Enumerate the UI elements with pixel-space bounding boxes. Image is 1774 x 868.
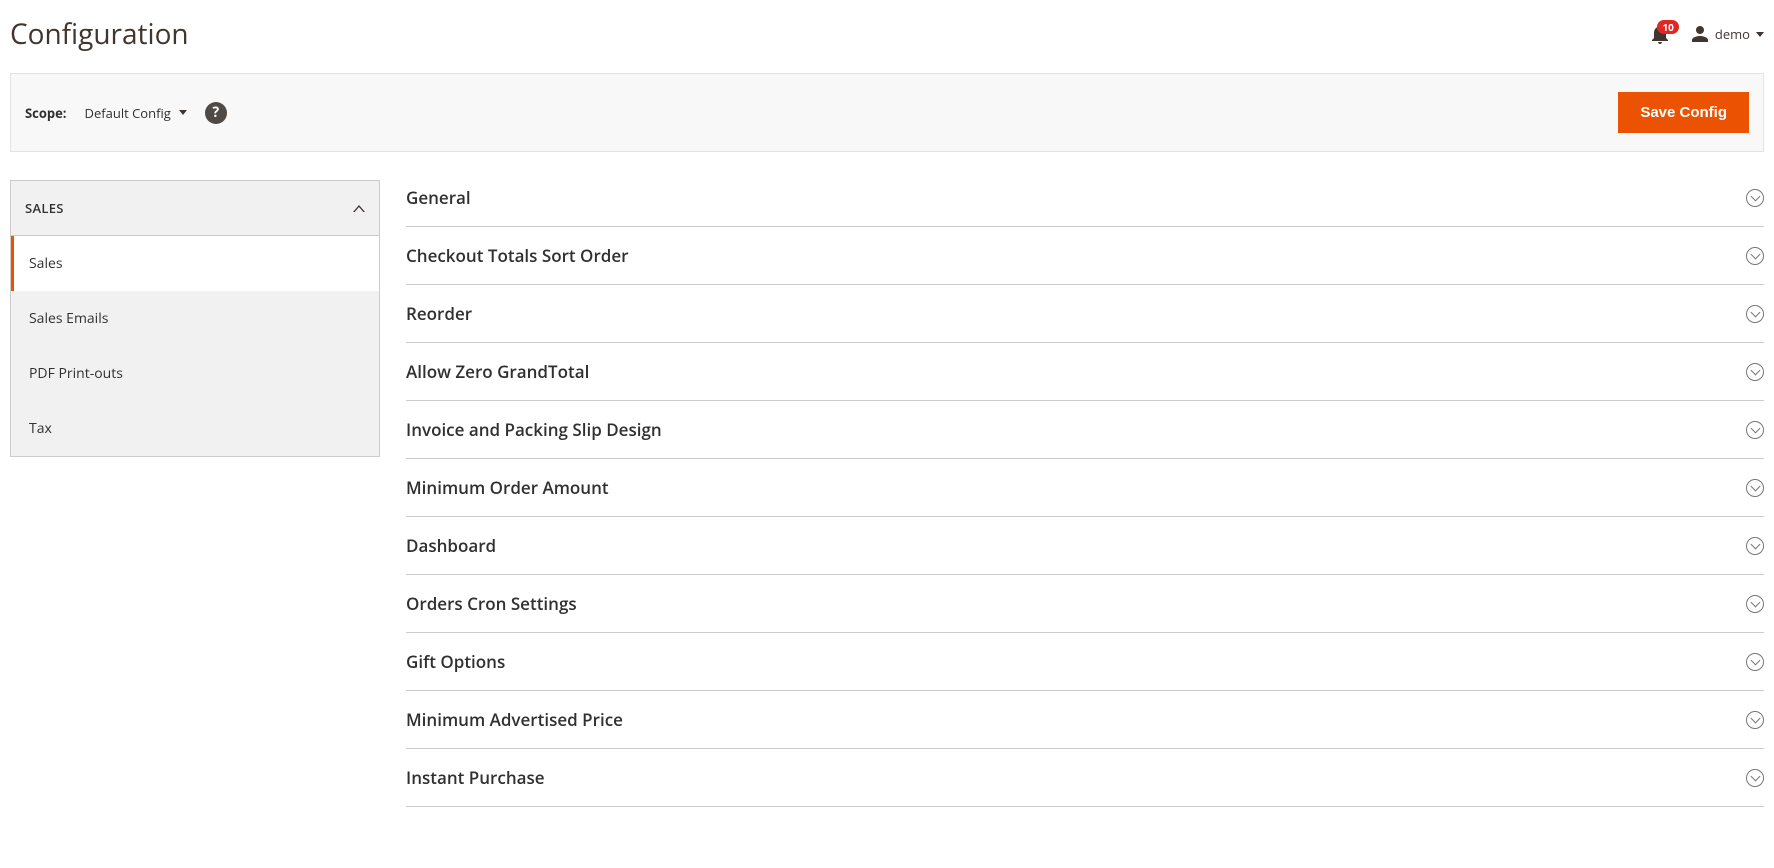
sidebar-item-label: Sales [29,254,63,273]
chevron-down-circle-icon [1746,305,1764,323]
section-title: Dashboard [406,534,496,557]
save-config-button[interactable]: Save Config [1618,92,1749,133]
chevron-down-circle-icon [1746,711,1764,729]
section-title: Minimum Order Amount [406,476,609,499]
section-title: Minimum Advertised Price [406,708,623,731]
chevron-down-circle-icon [1746,653,1764,671]
chevron-up-icon [353,205,365,212]
help-icon[interactable]: ? [205,102,227,124]
sidebar-group-header[interactable]: SALES [11,181,379,236]
content-area: SALES Sales Sales Emails PDF Print-outs … [10,180,1764,807]
page-header: Configuration 10 demo [10,0,1764,73]
chevron-down-circle-icon [1746,537,1764,555]
sidebar-group-label: SALES [25,199,64,217]
section-minimum-order-amount[interactable]: Minimum Order Amount [406,459,1764,517]
toolbar: Scope: Default Config ? Save Config [10,73,1764,152]
scope-value: Default Config [85,104,171,122]
section-checkout-totals-sort-order[interactable]: Checkout Totals Sort Order [406,227,1764,285]
config-sections: General Checkout Totals Sort Order Reord… [406,180,1764,807]
header-actions: 10 demo [1651,24,1764,44]
scope-select[interactable]: Default Config [85,104,187,122]
section-title: Orders Cron Settings [406,592,577,615]
section-instant-purchase[interactable]: Instant Purchase [406,749,1764,807]
sidebar-item-tax[interactable]: Tax [11,401,379,456]
sidebar-item-label: Sales Emails [29,309,108,328]
section-title: Gift Options [406,650,505,673]
sidebar-item-sales-emails[interactable]: Sales Emails [11,291,379,346]
section-minimum-advertised-price[interactable]: Minimum Advertised Price [406,691,1764,749]
chevron-down-circle-icon [1746,363,1764,381]
section-general[interactable]: General [406,180,1764,227]
caret-down-icon [1756,32,1764,37]
caret-down-icon [179,110,187,115]
username-label: demo [1715,25,1750,43]
chevron-down-circle-icon [1746,479,1764,497]
section-reorder[interactable]: Reorder [406,285,1764,343]
user-menu[interactable]: demo [1691,25,1764,43]
chevron-down-circle-icon [1746,595,1764,613]
notifications-button[interactable]: 10 [1651,24,1669,44]
notification-badge: 10 [1657,20,1678,34]
chevron-down-circle-icon [1746,247,1764,265]
page-title: Configuration [10,15,189,53]
section-title: Reorder [406,302,472,325]
section-title: Allow Zero GrandTotal [406,360,589,383]
chevron-down-circle-icon [1746,189,1764,207]
sidebar-item-label: Tax [29,419,52,438]
section-allow-zero-grandtotal[interactable]: Allow Zero GrandTotal [406,343,1764,401]
section-title: Instant Purchase [406,766,545,789]
section-gift-options[interactable]: Gift Options [406,633,1764,691]
chevron-down-circle-icon [1746,769,1764,787]
chevron-down-circle-icon [1746,421,1764,439]
section-invoice-packing-slip-design[interactable]: Invoice and Packing Slip Design [406,401,1764,459]
scope-control: Scope: Default Config ? [25,102,227,124]
section-title: General [406,186,471,209]
sidebar-item-sales[interactable]: Sales [11,236,379,291]
sidebar-item-pdf-printouts[interactable]: PDF Print-outs [11,346,379,401]
sidebar-item-label: PDF Print-outs [29,364,123,383]
user-icon [1691,25,1709,43]
section-orders-cron-settings[interactable]: Orders Cron Settings [406,575,1764,633]
scope-label: Scope: [25,104,67,122]
config-sidebar: SALES Sales Sales Emails PDF Print-outs … [10,180,380,457]
sidebar-list: Sales Sales Emails PDF Print-outs Tax [11,236,379,456]
section-title: Invoice and Packing Slip Design [406,418,662,441]
section-title: Checkout Totals Sort Order [406,244,629,267]
section-dashboard[interactable]: Dashboard [406,517,1764,575]
